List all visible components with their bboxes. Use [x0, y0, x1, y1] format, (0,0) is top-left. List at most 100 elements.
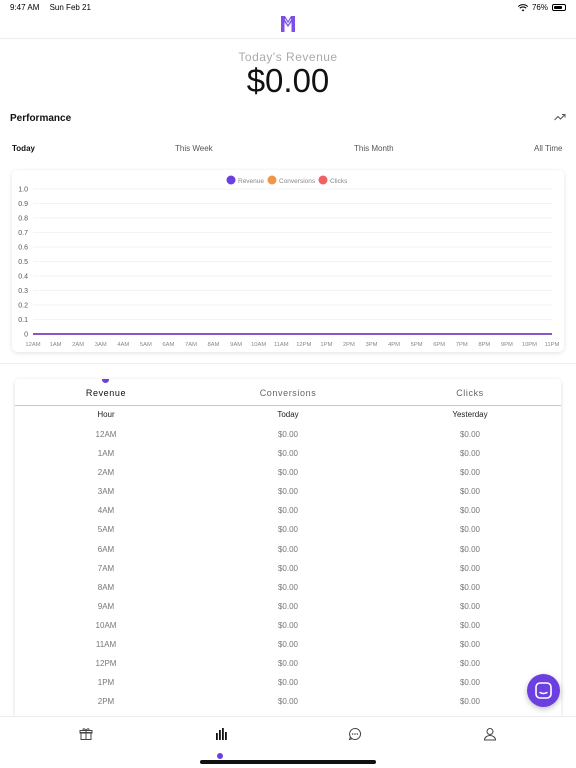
period-tab-this-month[interactable]: This Month [354, 144, 394, 153]
cell-today: $0.00 [277, 468, 299, 478]
x-tick-label: 7PM [456, 342, 468, 348]
y-tick-label: 0.8 [18, 216, 28, 223]
cell-hour: 1PM [97, 678, 115, 688]
cell-hour: 4AM [97, 506, 115, 516]
x-tick-label: 3PM [366, 342, 378, 348]
cell-today: $0.00 [277, 601, 299, 611]
cell-yesterday: $0.00 [459, 544, 481, 554]
cell-yesterday: $0.00 [459, 430, 481, 439]
cell-hour: 12AM [95, 430, 117, 439]
metric-tab-conversions[interactable]: Conversions [197, 388, 379, 398]
y-tick-label: 0.6 [18, 245, 28, 252]
cell-yesterday: $0.00 [459, 468, 481, 478]
table-row: 8AM $0.00 $0.00 [15, 581, 561, 600]
metric-tab-revenue[interactable]: Revenue [15, 388, 197, 398]
performance-chart-card: Revenue Conversions Clicks 0 0.1 0.2 0.3 0.4 0.5… [12, 170, 564, 352]
x-tick-label: 10PM [522, 342, 537, 348]
x-tick-label: 7AM [185, 342, 197, 348]
cell-today: $0.00 [277, 640, 299, 650]
period-tab-today[interactable]: Today [12, 144, 35, 153]
x-tick-label: 2AM [72, 342, 84, 348]
table-row: 6AM $0.00 $0.00 [15, 543, 561, 562]
table-row: 11AM $0.00 $0.00 [15, 638, 561, 657]
header-divider [0, 38, 576, 39]
table-row: 2AM $0.00 $0.00 [15, 466, 561, 485]
x-tick-label: 9AM [230, 342, 242, 348]
status-right: 76% [517, 3, 566, 12]
table-row: 12PM $0.00 $0.00 [15, 657, 561, 676]
cell-hour: 3AM [97, 487, 115, 497]
metric-tabs: Revenue Conversions Clicks [15, 379, 561, 406]
y-tick-label: 0.4 [18, 274, 28, 281]
performance-chart: Revenue Conversions Clicks 0 0.1 0.2 0.3 0.4 0.5… [18, 175, 560, 348]
bar-chart-icon[interactable] [214, 727, 228, 741]
y-tick-label: 1.0 [18, 187, 28, 194]
x-tick-label: 9PM [501, 342, 513, 348]
x-tick-label: 1PM [320, 342, 332, 348]
cell-today: $0.00 [277, 659, 299, 669]
home-indicator [200, 760, 376, 764]
metric-tab-clicks-label: Clicks [456, 388, 484, 398]
revenue-value: $0.00 [246, 62, 330, 99]
brand-m-logo-icon [281, 16, 295, 32]
x-tick-label: 2PM [343, 342, 355, 348]
chat-fab-button[interactable] [527, 674, 560, 707]
battery-percent: 76% [531, 3, 548, 12]
x-tick-label: 11PM [545, 342, 560, 348]
cell-yesterday: $0.00 [459, 582, 481, 592]
tab-active-indicator [217, 753, 223, 759]
battery-icon [552, 4, 566, 11]
cell-hour: 11AM [95, 640, 117, 650]
cell-today: $0.00 [277, 430, 299, 439]
table-row: 9AM $0.00 $0.00 [15, 600, 561, 619]
metric-tab-conversions-label: Conversions [259, 388, 317, 398]
chat-bubble-icon[interactable] [348, 727, 362, 741]
legend-label-revenue: Revenue [238, 178, 264, 185]
legend-label-clicks: Clicks [330, 178, 348, 185]
cell-yesterday: $0.00 [459, 659, 481, 669]
cell-hour: 5AM [97, 525, 115, 535]
y-tick-label: 0.7 [18, 230, 28, 237]
gift-icon[interactable] [79, 727, 93, 741]
x-tick-label: 12PM [296, 342, 311, 348]
cell-yesterday: $0.00 [459, 525, 481, 535]
x-tick-label: 4PM [388, 342, 400, 348]
x-tick-label: 6AM [162, 342, 174, 348]
y-tick-label: 0.9 [18, 201, 28, 208]
table-rows: 12AM $0.00 $0.00 1AM $0.00 $0.00 2AM $0.00 $0.00… [15, 428, 561, 714]
y-tick-label: 0.3 [18, 288, 28, 295]
x-tick-label: 8PM [478, 342, 490, 348]
cell-hour: 7AM [97, 563, 115, 573]
cell-today: $0.00 [277, 544, 299, 554]
table-row: 2PM $0.00 $0.00 [15, 695, 561, 714]
metrics-table-card: Revenue Conversions Clicks Hour Today Ye… [15, 379, 561, 719]
table-row: 3AM $0.00 $0.00 [15, 485, 561, 504]
cell-today: $0.00 [277, 487, 299, 497]
status-bar: 9:47 AM Sun Feb 21 76% [0, 0, 576, 14]
table-row: 4AM $0.00 $0.00 [15, 504, 561, 523]
legend-marker-conversions [267, 175, 277, 185]
profile-icon[interactable] [483, 727, 497, 741]
cell-hour: 2AM [97, 468, 115, 478]
x-tick-label: 5PM [411, 342, 423, 348]
legend-marker-revenue [226, 175, 236, 185]
y-tick-label: 0 [24, 332, 28, 339]
cell-today: $0.00 [277, 525, 299, 535]
table-row: 1PM $0.00 $0.00 [15, 676, 561, 695]
cell-hour: 9AM [97, 601, 115, 611]
table-row: 1AM $0.00 $0.00 [15, 447, 561, 466]
legend-label-conversions: Conversions [279, 178, 316, 185]
table-row: 10AM $0.00 $0.00 [15, 619, 561, 638]
x-tick-label: 6PM [433, 342, 445, 348]
period-tab-all-time[interactable]: All Time [534, 144, 562, 153]
table-row: 12AM $0.00 $0.00 [15, 428, 561, 447]
cell-today: $0.00 [277, 582, 299, 592]
messenger-chat-icon [535, 682, 552, 699]
cell-yesterday: $0.00 [459, 506, 481, 516]
bottom-tab-bar [0, 716, 576, 768]
period-tab-this-week[interactable]: This Week [175, 144, 213, 153]
table-header: Hour Today Yesterday [15, 410, 561, 424]
metric-tab-clicks[interactable]: Clicks [379, 388, 561, 398]
trending-up-icon[interactable] [554, 112, 566, 122]
x-tick-label: 12AM [25, 342, 40, 348]
